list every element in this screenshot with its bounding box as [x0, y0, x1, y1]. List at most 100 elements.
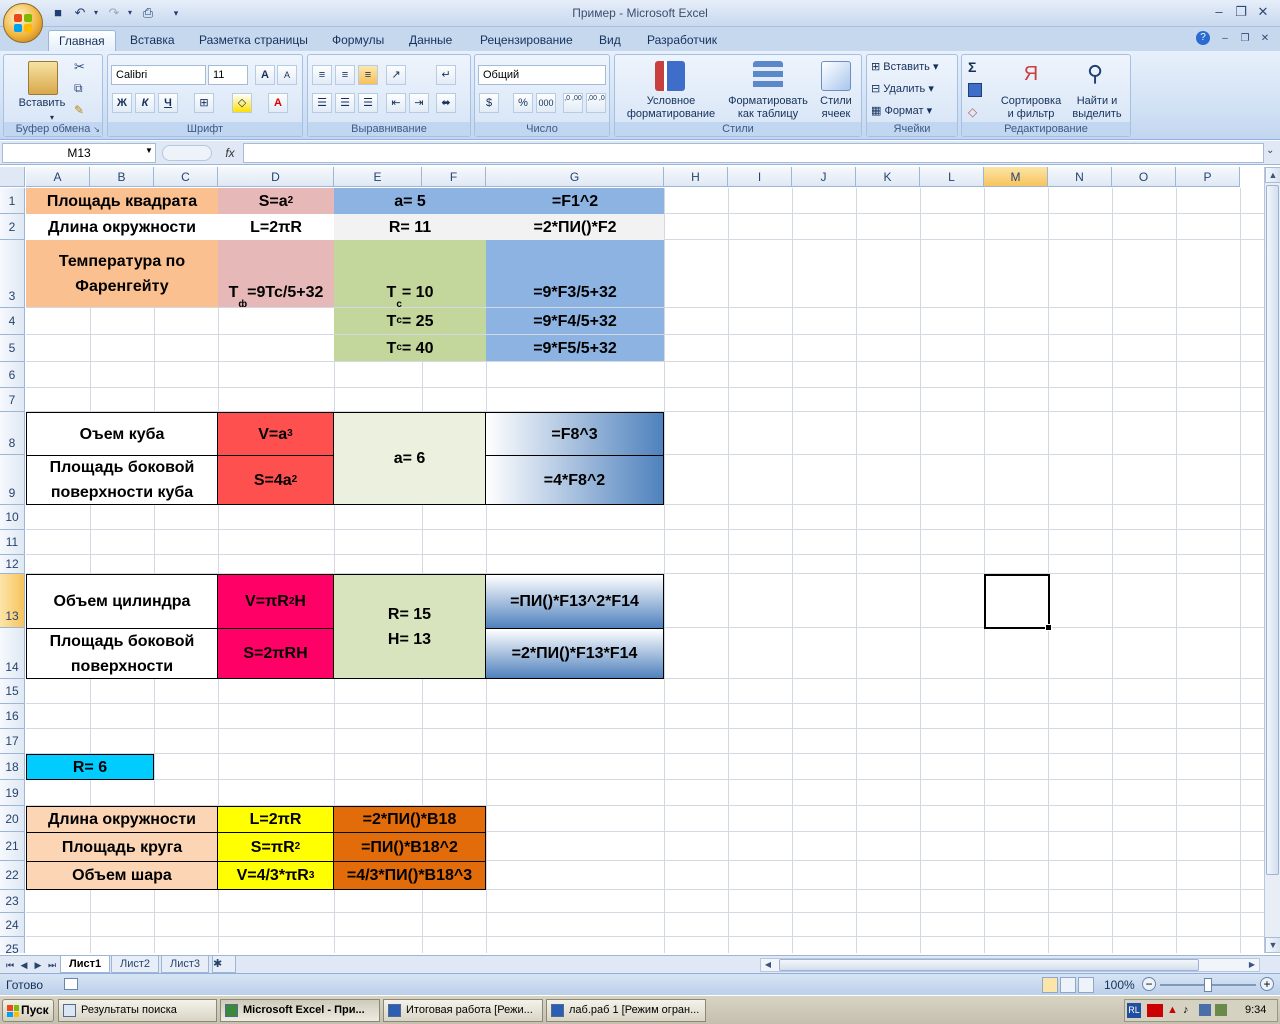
cell-G13[interactable]: =ПИ()*F13^2*F14	[485, 574, 664, 629]
row-header-13[interactable]: 13	[0, 574, 25, 628]
increase-decimal-button[interactable]: ,0 ,00	[563, 93, 583, 113]
insert-cells-button[interactable]: ⊞ Вставить ▾	[871, 61, 939, 74]
cell-E2[interactable]: R= 11	[334, 214, 486, 240]
italic-button[interactable]: К	[135, 93, 155, 113]
borders-icon[interactable]: ⊞	[194, 93, 214, 113]
align-right-icon[interactable]: ☰	[358, 93, 378, 113]
insert-sheet-icon[interactable]: ✱	[212, 956, 236, 973]
row-header-12[interactable]: 12	[0, 555, 25, 574]
sort-filter-button[interactable]: Сортировка и фильтр	[996, 95, 1066, 121]
cell-A14[interactable]: Площадь боковой поверхности	[26, 628, 218, 679]
tab-data[interactable]: Данные	[399, 30, 462, 51]
font-size-combo[interactable]: 11	[208, 65, 248, 85]
tab-formulas[interactable]: Формулы	[322, 30, 394, 51]
tray-app-icon[interactable]	[1215, 1004, 1227, 1016]
doc-restore-icon[interactable]: ❐	[1236, 30, 1254, 48]
column-header-F[interactable]: F	[422, 167, 486, 187]
row-header-15[interactable]: 15	[0, 679, 25, 704]
doc-minimize-icon[interactable]: –	[1216, 30, 1234, 48]
format-as-table-button[interactable]: Форматировать как таблицу	[723, 95, 813, 121]
column-header-B[interactable]: B	[90, 167, 154, 187]
worksheet-grid[interactable]: ABCDEFGHIJKLMNOP 1 2 3 4 5 6 7 8 9 10 11 12 13 14 15 16…	[0, 167, 1264, 953]
row-header-7[interactable]: 7	[0, 388, 25, 412]
prev-sheet-icon[interactable]: ◀	[18, 958, 30, 972]
cell-G2[interactable]: =2*ПИ()*F2	[486, 214, 664, 240]
column-header-H[interactable]: H	[664, 167, 728, 187]
format-painter-icon[interactable]: ✎	[74, 103, 84, 117]
thousands-button[interactable]: 000	[536, 93, 556, 113]
name-box[interactable]: M13	[2, 143, 156, 163]
shrink-font-button[interactable]: A	[277, 65, 297, 85]
format-cells-button[interactable]: ▦ Формат ▾	[871, 105, 932, 118]
cell-G5[interactable]: =9*F5/5+32	[486, 335, 664, 361]
cell-D3[interactable]: Tф =9Tc/5+32	[218, 240, 334, 307]
row-header-18[interactable]: 18	[0, 754, 25, 780]
name-box-dropdown-icon[interactable]: ▼	[145, 146, 153, 155]
cell-A21[interactable]: Площадь круга	[26, 832, 218, 862]
fill-icon[interactable]	[968, 83, 982, 97]
decrease-indent-icon[interactable]: ⇤	[386, 93, 406, 113]
horizontal-scroll-thumb[interactable]	[779, 959, 1199, 971]
row-header-21[interactable]: 21	[0, 832, 25, 861]
tab-insert[interactable]: Вставка	[120, 30, 185, 51]
cell-A2[interactable]: Длина окружности	[26, 214, 218, 240]
fill-color-icon[interactable]: ◇	[232, 93, 252, 113]
autosum-button[interactable]: Σ	[968, 59, 976, 75]
minimize-icon[interactable]: –	[1210, 3, 1228, 21]
scroll-down-icon[interactable]: ▼	[1265, 937, 1280, 953]
percent-button[interactable]: %	[513, 93, 533, 113]
cell-G1[interactable]: =F1^2	[486, 188, 664, 214]
task-word-1[interactable]: Итоговая работа [Режи...	[383, 999, 543, 1022]
row-header-6[interactable]: 6	[0, 362, 25, 388]
task-search-results[interactable]: Результаты поиска	[58, 999, 217, 1022]
macro-record-icon[interactable]	[64, 978, 78, 990]
tab-view[interactable]: Вид	[589, 30, 631, 51]
find-select-button[interactable]: Найти и выделить	[1066, 95, 1128, 121]
cell-A8[interactable]: Оъем куба	[26, 412, 218, 456]
sheet-tab-2[interactable]: Лист2	[111, 956, 160, 973]
row-header-10[interactable]: 10	[0, 505, 25, 530]
bold-button[interactable]: Ж	[112, 93, 132, 113]
row-header-11[interactable]: 11	[0, 530, 25, 555]
task-word-2[interactable]: лаб.раб 1 [Режим огран...	[546, 999, 706, 1022]
font-color-button[interactable]: A	[268, 93, 288, 113]
first-sheet-icon[interactable]: ⏮	[4, 958, 16, 972]
tab-home[interactable]: Главная	[48, 30, 116, 51]
vertical-scrollbar[interactable]: ▲ ▼	[1264, 167, 1280, 953]
column-header-P[interactable]: P	[1176, 167, 1240, 187]
copy-icon[interactable]: ⧉	[74, 81, 83, 96]
cell-D1[interactable]: S=a 2	[218, 188, 334, 214]
row-header-5[interactable]: 5	[0, 335, 25, 362]
row-header-3[interactable]: 3	[0, 240, 25, 308]
close-icon[interactable]: ✕	[1254, 3, 1272, 21]
underline-button[interactable]: Ч	[158, 93, 178, 113]
task-excel[interactable]: Microsoft Excel - При...	[220, 999, 380, 1022]
cell-D8[interactable]: V=a 3	[217, 412, 334, 456]
cell-E5[interactable]: Tc = 40	[334, 335, 486, 361]
conditional-formatting-icon[interactable]	[655, 61, 685, 91]
office-button[interactable]	[3, 3, 43, 43]
select-all-button[interactable]	[0, 167, 25, 187]
row-header-24[interactable]: 24	[0, 913, 25, 937]
paste-button[interactable]: Вставить	[12, 97, 72, 110]
row-header-1[interactable]: 1	[0, 188, 25, 214]
increase-indent-icon[interactable]: ⇥	[409, 93, 429, 113]
volume-icon[interactable]: ♪	[1183, 1004, 1189, 1016]
column-header-C[interactable]: C	[154, 167, 218, 187]
cell-G8[interactable]: =F8^3	[485, 412, 664, 456]
ati-icon[interactable]	[1147, 1004, 1163, 1017]
column-header-N[interactable]: N	[1048, 167, 1112, 187]
expand-formula-icon[interactable]: ⌄	[1266, 145, 1274, 156]
column-header-E[interactable]: E	[334, 167, 422, 187]
network-icon[interactable]	[1199, 1004, 1211, 1016]
row-header-23[interactable]: 23	[0, 890, 25, 913]
vertical-scroll-thumb[interactable]	[1266, 185, 1279, 875]
tab-review[interactable]: Рецензирование	[470, 30, 583, 51]
cell-E13[interactable]: R= 15 H= 13	[333, 574, 486, 679]
sheet-tab-1[interactable]: Лист1	[60, 956, 111, 973]
row-header-4[interactable]: 4	[0, 308, 25, 335]
zoom-in-icon[interactable]: +	[1260, 977, 1274, 991]
warning-icon[interactable]: ▲	[1167, 1004, 1178, 1016]
cell-G14[interactable]: =2*ПИ()*F13*F14	[485, 628, 664, 679]
last-sheet-icon[interactable]: ⏭	[46, 958, 58, 972]
